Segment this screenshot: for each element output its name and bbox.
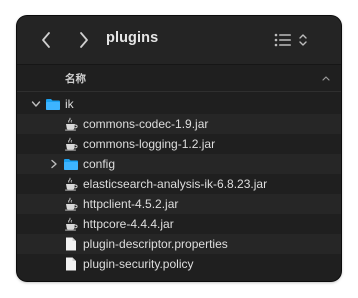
java-jar-icon [65,177,78,191]
file-name-label: elasticsearch-analysis-ik-6.8.23.jar [83,177,268,191]
java-jar-icon [65,117,78,131]
toolbar: plugins [17,16,341,65]
java-jar-icon [65,197,78,211]
file-row[interactable]: commons-codec-1.9.jar [17,114,341,134]
chevron-left-icon [42,32,50,48]
file-name-label: httpclient-4.5.2.jar [83,197,179,211]
java-jar-icon [65,137,78,151]
name-column-header[interactable]: 名称 [65,71,86,86]
file-row[interactable]: httpclient-4.5.2.jar [17,194,341,214]
disclosure-collapsed-icon[interactable] [49,159,59,169]
finder-window: plugins 名称 ik commons-codec-1.9.jar common… [17,16,341,281]
folder-row[interactable]: ik [17,94,341,114]
back-button[interactable] [37,29,57,51]
file-name-label: plugin-security.policy [83,257,194,271]
file-row[interactable]: plugin-descriptor.properties [17,234,341,254]
column-header-bar: 名称 [17,65,341,92]
file-name-label: config [83,157,116,171]
folder-icon [64,159,78,170]
document-icon [66,237,76,251]
file-name-label: commons-codec-1.9.jar [83,117,209,131]
java-jar-icon [65,217,78,231]
chevron-right-icon [80,32,88,48]
file-row[interactable]: plugin-security.policy [17,254,341,274]
list-view-icon [274,33,307,47]
file-row[interactable]: commons-logging-1.2.jar [17,134,341,154]
sort-ascending-icon[interactable] [321,74,331,82]
window-title: plugins [106,30,159,46]
forward-button[interactable] [73,29,93,51]
file-row[interactable]: httpcore-4.4.4.jar [17,214,341,234]
file-name-label: ik [65,97,74,111]
document-icon [66,257,76,271]
folder-row[interactable]: config [17,154,341,174]
file-name-label: commons-logging-1.2.jar [83,137,216,151]
folder-icon [46,99,60,110]
file-name-label: httpcore-4.4.4.jar [83,217,174,231]
file-name-label: plugin-descriptor.properties [83,237,228,251]
disclosure-expanded-icon[interactable] [31,99,41,109]
file-row[interactable]: elasticsearch-analysis-ik-6.8.23.jar [17,174,341,194]
view-options-button[interactable] [273,29,311,51]
chevron-updown-icon [299,34,307,46]
